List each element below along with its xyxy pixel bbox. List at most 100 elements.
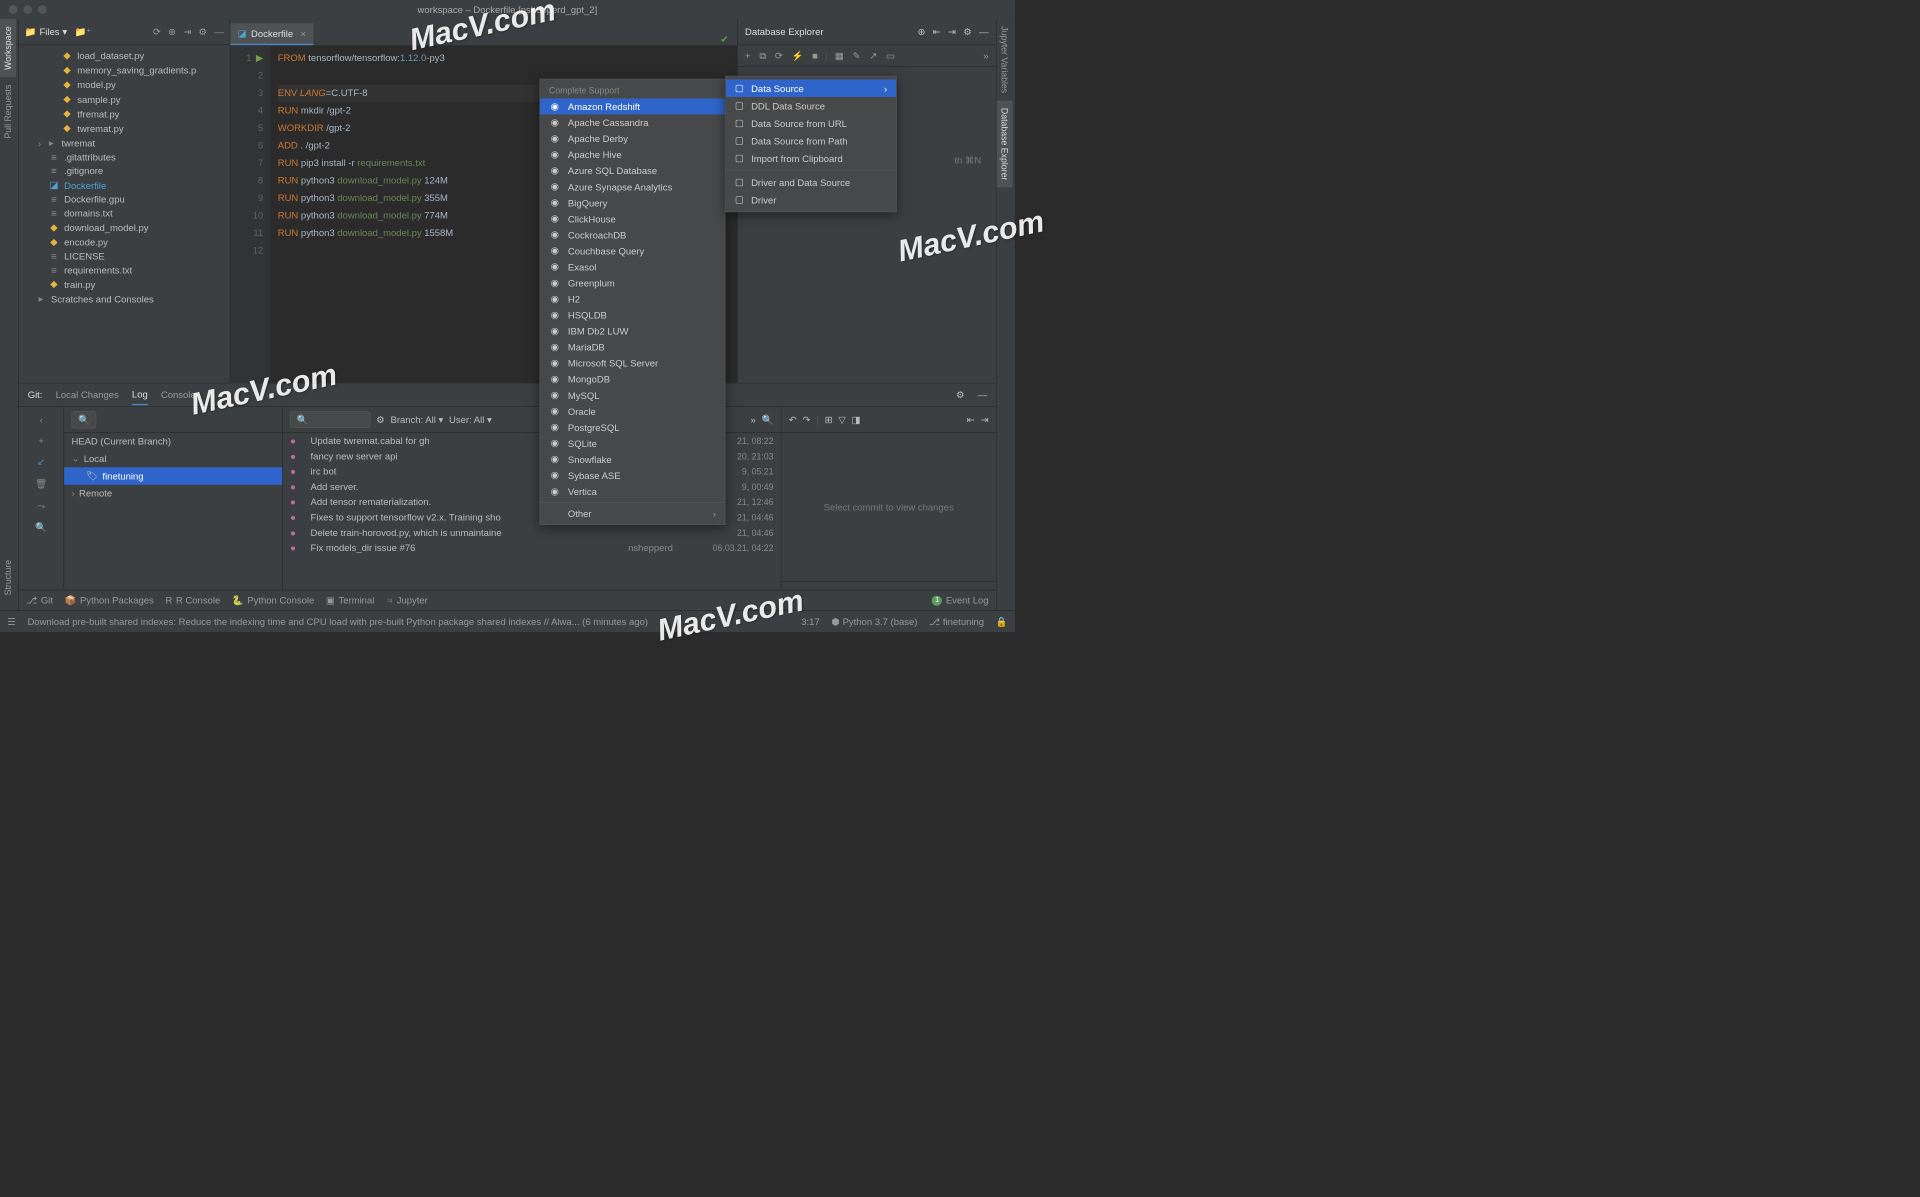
target-icon[interactable]: ⊕ xyxy=(168,26,176,38)
datasource-azure-synapse-analytics[interactable]: ◉Azure Synapse Analytics xyxy=(540,179,724,195)
delete-icon[interactable]: 🗑 xyxy=(32,475,50,492)
expand-icon[interactable]: ⇤ xyxy=(933,26,941,38)
code-line[interactable]: FROM tensorflow/tensorflow:1.12.0-py3 xyxy=(278,50,730,67)
close-icon[interactable]: × xyxy=(300,28,306,39)
hide-icon[interactable]: — xyxy=(214,26,223,37)
new-folder-icon[interactable]: 📁⁺ xyxy=(74,26,91,38)
diff-icon[interactable]: ◨ xyxy=(852,414,861,426)
line-number[interactable]: 11 xyxy=(230,225,263,242)
prev-icon[interactable]: ↶ xyxy=(789,414,797,426)
tree-item-load_dataset-py[interactable]: ◆load_dataset.py xyxy=(19,48,230,63)
tab-workspace[interactable]: Workspace xyxy=(0,19,16,77)
search-icon[interactable]: 🔍 xyxy=(762,414,774,426)
tab-pull-requests[interactable]: Pull Requests xyxy=(0,77,16,146)
menu-data-source-from-url[interactable]: ▢Data Source from URL xyxy=(726,114,896,131)
toolwin-git[interactable]: ⎇Git xyxy=(26,594,53,606)
line-number[interactable]: 2 xyxy=(230,67,263,84)
tree-item-requirements-txt[interactable]: ≡requirements.txt xyxy=(19,263,230,277)
duplicate-icon[interactable]: ⧉ xyxy=(758,48,768,63)
tree-item-tfremat-py[interactable]: ◆tfremat.py xyxy=(19,106,230,121)
line-number[interactable]: 12 xyxy=(230,242,263,259)
line-number[interactable]: 1▶ xyxy=(230,50,263,67)
edit-icon[interactable]: ✎ xyxy=(851,48,862,63)
tree-item-domains-txt[interactable]: ≡domains.txt xyxy=(19,206,230,220)
branch-search[interactable]: 🔍 xyxy=(71,411,96,428)
window-controls[interactable] xyxy=(9,5,47,14)
menu-data-source-from-path[interactable]: ▢Data Source from Path xyxy=(726,132,896,149)
tree-item-encode-py[interactable]: ◆encode.py xyxy=(19,235,230,250)
collapse-icon[interactable]: ⇥ xyxy=(183,26,191,38)
add-datasource-menu[interactable]: ▢Data Source›▢DDL Data Source▢Data Sourc… xyxy=(725,76,896,212)
tree-item-Dockerfile-gpu[interactable]: ≡Dockerfile.gpu xyxy=(19,192,230,206)
tree-item--gitignore[interactable]: ≡.gitignore xyxy=(19,164,230,178)
table-icon[interactable]: ▦ xyxy=(833,48,845,63)
console-icon[interactable]: ▭ xyxy=(885,48,897,63)
refresh-icon[interactable]: ⟳ xyxy=(773,48,784,63)
datasource-couchbase-query[interactable]: ◉Couchbase Query xyxy=(540,243,724,259)
tree-item-train-py[interactable]: ◆train.py xyxy=(19,277,230,292)
lock-icon[interactable]: 🔒 xyxy=(996,616,1008,628)
sync-icon[interactable]: ⟳ xyxy=(153,26,161,38)
line-number[interactable]: 7 xyxy=(230,155,263,172)
datasource-greenplum[interactable]: ◉Greenplum xyxy=(540,275,724,291)
line-number[interactable]: 8 xyxy=(230,172,263,189)
menu-icon[interactable]: ☰ xyxy=(7,616,15,628)
commit-search[interactable] xyxy=(290,411,370,428)
commit-row[interactable]: ●Fix models_dir issue #76nshepperd06.03.… xyxy=(283,540,781,555)
close-icon[interactable]: × xyxy=(209,389,215,400)
tab-local-changes[interactable]: Local Changes xyxy=(56,385,119,405)
event-log[interactable]: 1Event Log xyxy=(932,595,989,606)
toolwin-python-console[interactable]: 🐍Python Console xyxy=(232,594,314,606)
toolwin-r-console[interactable]: RR Console xyxy=(165,594,220,606)
tab-database-explorer[interactable]: Database Explorer xyxy=(997,100,1013,187)
datasource-type-menu[interactable]: Complete Support◉Amazon Redshift◉Apache … xyxy=(539,79,725,525)
datasource-amazon-redshift[interactable]: ◉Amazon Redshift xyxy=(540,98,724,114)
tree-item-twremat[interactable]: ›▸twremat xyxy=(19,136,230,151)
tab-structure[interactable]: Structure xyxy=(0,553,16,603)
filter-icon[interactable]: ⚡ xyxy=(790,48,805,63)
hide-icon[interactable]: — xyxy=(979,26,988,37)
datasource-other[interactable]: Other› xyxy=(540,506,724,521)
tree-item-Dockerfile[interactable]: ◪Dockerfile xyxy=(19,178,230,193)
datasource-apache-cassandra[interactable]: ◉Apache Cassandra xyxy=(540,114,724,130)
datasource-vertica[interactable]: ◉Vertica xyxy=(540,483,724,499)
editor-tab-dockerfile[interactable]: ◪ Dockerfile × xyxy=(230,23,313,45)
line-number[interactable]: 5 xyxy=(230,120,263,137)
target-icon[interactable]: ⊕ xyxy=(918,26,926,38)
interpreter[interactable]: ⬢ Python 3.7 (base) xyxy=(831,616,917,628)
datasource-clickhouse[interactable]: ◉ClickHouse xyxy=(540,211,724,227)
tab-jupyter-variables[interactable]: Jupyter Variables xyxy=(997,19,1013,101)
user-filter[interactable]: User: All ▾ xyxy=(449,414,492,426)
more-icon[interactable]: » xyxy=(751,414,756,425)
datasource-oracle[interactable]: ◉Oracle xyxy=(540,403,724,419)
datasource-mongodb[interactable]: ◉MongoDB xyxy=(540,371,724,387)
commit-row[interactable]: ●Delete train-horovod.py, which is unmai… xyxy=(283,525,781,540)
datasource-h2[interactable]: ◉H2 xyxy=(540,291,724,307)
gear-icon[interactable]: ⚙ xyxy=(376,414,384,426)
gutter[interactable]: 1▶23456789101112 xyxy=(230,45,270,383)
more-icon[interactable]: » xyxy=(982,49,990,63)
branch-finetuning[interactable]: 🏷finetuning xyxy=(64,467,282,484)
gear-icon[interactable]: ⚙ xyxy=(963,26,971,38)
next-icon[interactable]: ↷ xyxy=(803,414,811,426)
tree-item-LICENSE[interactable]: ≡LICENSE xyxy=(19,249,230,263)
checkout-icon[interactable]: ↙ xyxy=(34,453,48,470)
git-branch[interactable]: ⎇ finetuning xyxy=(929,616,984,628)
datasource-cockroachdb[interactable]: ◉CockroachDB xyxy=(540,227,724,243)
tree-item-Scratches-and-Consoles[interactable]: ▸Scratches and Consoles xyxy=(19,292,230,307)
collapse-icon[interactable]: ⇥ xyxy=(981,414,989,426)
stop-icon[interactable]: ■ xyxy=(811,49,820,63)
settings-icon[interactable]: ⚙ xyxy=(199,26,207,38)
back-icon[interactable]: ‹ xyxy=(37,411,46,428)
group-icon[interactable]: ⊞ xyxy=(825,414,833,426)
tree-item-download_model-py[interactable]: ◆download_model.py xyxy=(19,220,230,235)
line-number[interactable]: 10 xyxy=(230,207,263,224)
cursor-position[interactable]: 3:17 xyxy=(801,616,819,627)
collapse-icon[interactable]: ⇥ xyxy=(948,26,956,38)
datasource-microsoft-sql-server[interactable]: ◉Microsoft SQL Server xyxy=(540,355,724,371)
menu-driver-and-data-source[interactable]: ▢Driver and Data Source xyxy=(726,174,896,191)
datasource-exasol[interactable]: ◉Exasol xyxy=(540,259,724,275)
line-number[interactable]: 6 xyxy=(230,137,263,154)
datasource-snowflake[interactable]: ◉Snowflake xyxy=(540,451,724,467)
branch-filter[interactable]: Branch: All ▾ xyxy=(390,414,443,426)
